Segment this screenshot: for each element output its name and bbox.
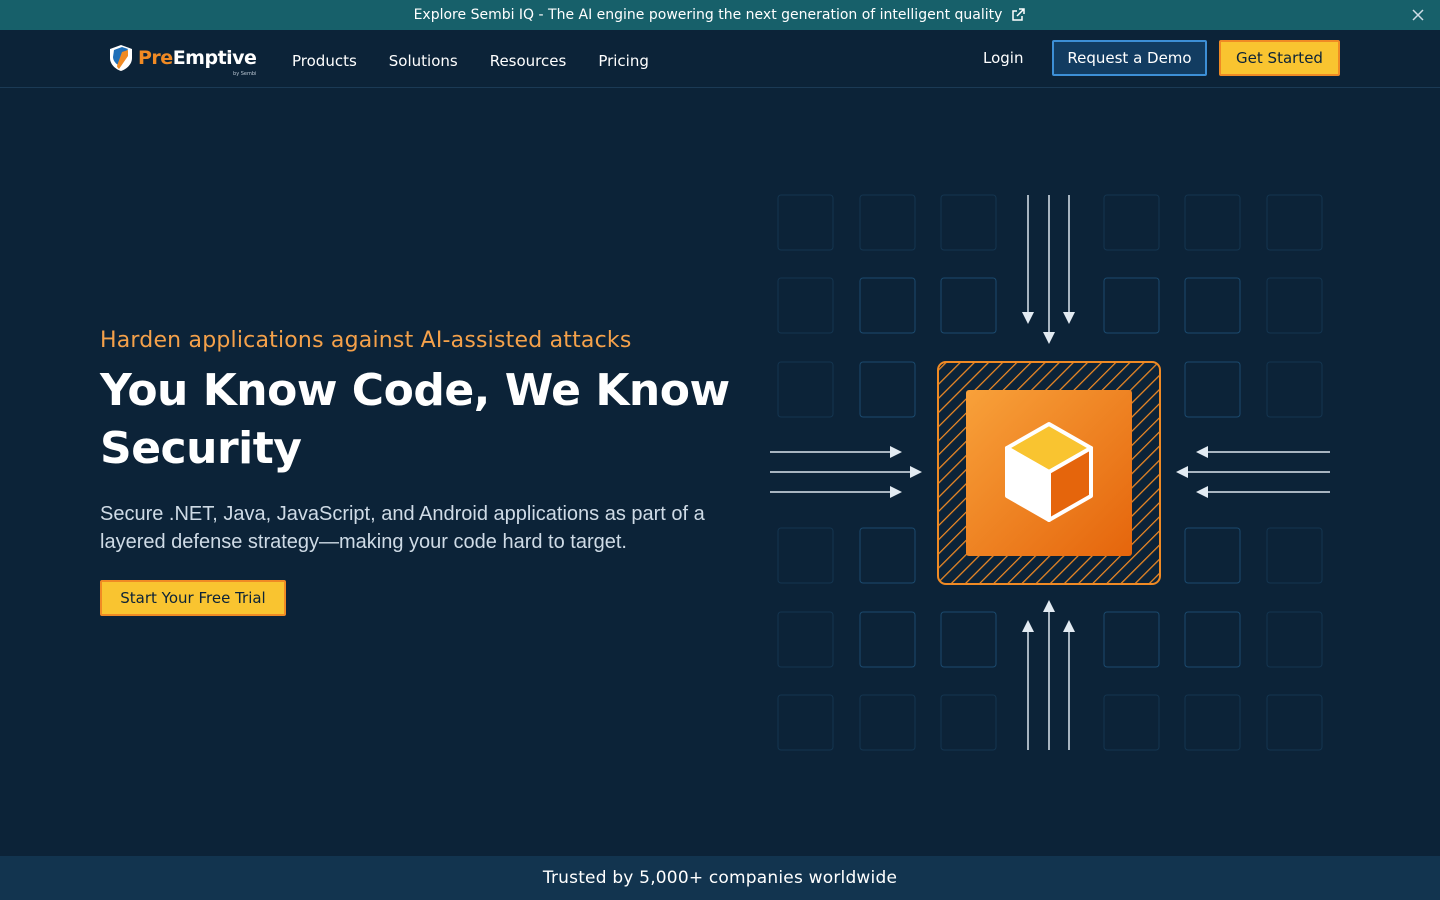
- nav-item-products[interactable]: Products: [292, 52, 357, 70]
- grid-square: [1103, 194, 1160, 251]
- login-link[interactable]: Login: [983, 49, 1023, 67]
- grid-square: [1184, 361, 1241, 418]
- nav-menu: Products Solutions Resources Pricing: [292, 52, 649, 70]
- announcement-text: Explore Sembi IQ - The AI engine powerin…: [413, 7, 1003, 23]
- grid-square: [859, 611, 916, 668]
- grid-square: [1266, 527, 1323, 584]
- start-free-trial-button[interactable]: Start Your Free Trial: [100, 580, 286, 616]
- hero-headline: You Know Code, We Know Security: [100, 365, 730, 474]
- grid-square: [777, 694, 834, 751]
- trusted-text: Trusted by 5,000+ companies worldwide: [542, 868, 898, 888]
- grid-square: [859, 277, 916, 334]
- grid-square: [777, 361, 834, 418]
- grid-square: [940, 694, 997, 751]
- grid-square: [940, 277, 997, 334]
- nav-item-resources[interactable]: Resources: [490, 52, 567, 70]
- grid-square: [777, 194, 834, 251]
- get-started-button[interactable]: Get Started: [1219, 40, 1340, 76]
- grid-square: [777, 611, 834, 668]
- grid-square: [1103, 694, 1160, 751]
- shield-logo-icon: [110, 45, 132, 71]
- grid-square: [940, 611, 997, 668]
- close-icon[interactable]: [1410, 7, 1426, 23]
- nav-item-solutions[interactable]: Solutions: [389, 52, 458, 70]
- announcement-bar: Explore Sembi IQ - The AI engine powerin…: [0, 0, 1440, 30]
- grid-square: [1184, 694, 1241, 751]
- hero-eyebrow: Harden applications against AI-assisted …: [100, 328, 632, 353]
- external-link-icon: [1012, 8, 1026, 21]
- grid-square: [859, 194, 916, 251]
- grid-square: [859, 527, 916, 584]
- trusted-banner: Trusted by 5,000+ companies worldwide: [0, 856, 1440, 900]
- grid-square: [1184, 194, 1241, 251]
- grid-square: [1266, 611, 1323, 668]
- grid-square: [859, 694, 916, 751]
- logo[interactable]: PreEmptive by Sembi: [108, 42, 257, 77]
- logo-byline: by Sembi: [233, 71, 257, 77]
- nav-item-pricing[interactable]: Pricing: [598, 52, 649, 70]
- grid-square: [1103, 277, 1160, 334]
- request-demo-button[interactable]: Request a Demo: [1052, 40, 1207, 76]
- hero-subtext: Secure .NET, Java, JavaScript, and Andro…: [100, 503, 705, 553]
- grid-square: [1266, 694, 1323, 751]
- grid-square: [777, 527, 834, 584]
- grid-square: [940, 194, 997, 251]
- grid-square: [1184, 527, 1241, 584]
- main-nav: PreEmptive by Sembi Products Solutions R…: [0, 30, 1440, 88]
- grid-square: [1184, 277, 1241, 334]
- logo-wordmark: PreEmptive by Sembi: [138, 47, 257, 77]
- grid-square: [777, 277, 834, 334]
- announcement-link[interactable]: Explore Sembi IQ - The AI engine powerin…: [414, 7, 1027, 23]
- grid-square: [1266, 194, 1323, 251]
- grid-square: [859, 361, 916, 418]
- grid-square: [1266, 277, 1323, 334]
- security-illustration: [770, 194, 1330, 751]
- grid-square: [1266, 361, 1323, 418]
- grid-square: [1184, 611, 1241, 668]
- grid-square: [1103, 611, 1160, 668]
